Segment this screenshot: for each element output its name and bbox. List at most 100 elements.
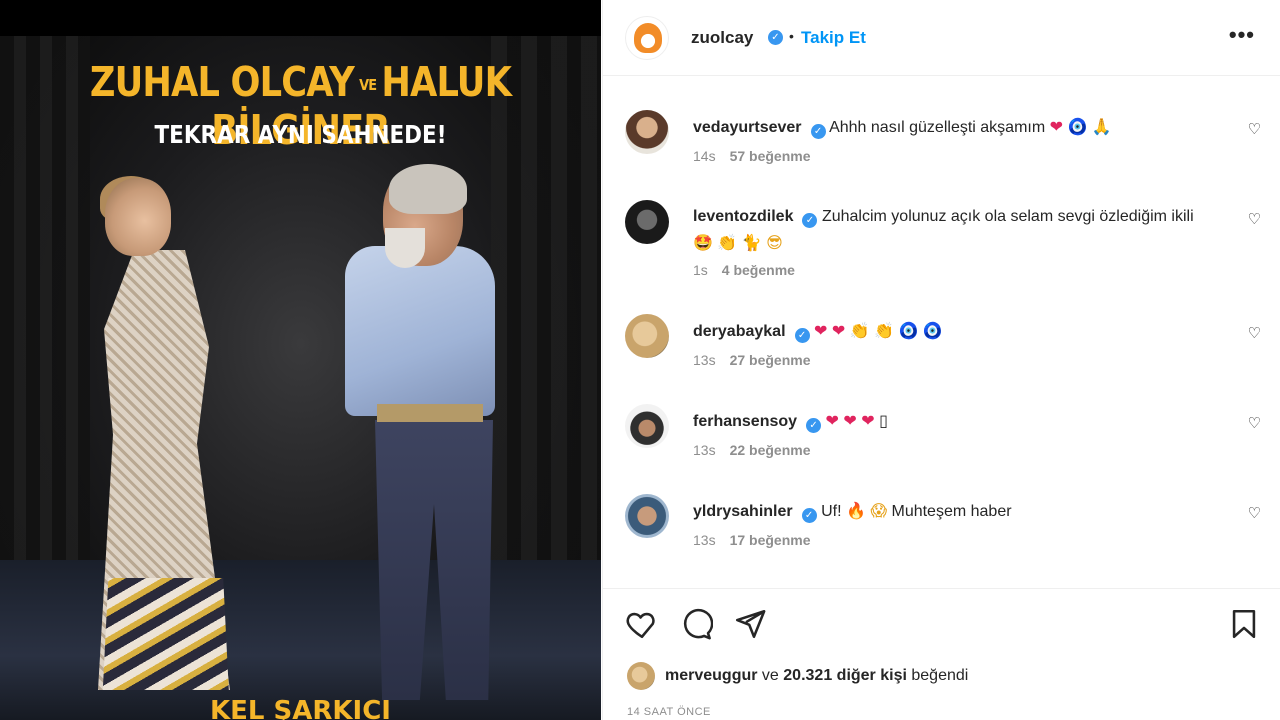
comment-meta: 1s 4 beğenme xyxy=(693,262,795,278)
heart-emoji: ❤ xyxy=(831,321,846,340)
commenter-username[interactable]: yldrysahinler xyxy=(693,503,793,520)
comment-meta: 14s 57 beğenme xyxy=(693,148,811,164)
author-username[interactable]: zuolcay xyxy=(691,28,753,48)
commenter-avatar[interactable] xyxy=(625,314,669,358)
like-heart-icon[interactable] xyxy=(625,607,659,641)
comment-time: 13s xyxy=(693,532,716,548)
verified-badge-icon: ✓ xyxy=(810,124,826,139)
likes-suffix: beğendi xyxy=(911,667,969,684)
separator-dot: • xyxy=(789,28,794,44)
verified-badge-icon: ✓ xyxy=(768,30,783,45)
heart-emoji: ❤ xyxy=(813,321,828,340)
comment-time: 1s xyxy=(693,262,708,278)
comment-likes[interactable]: 17 beğenme xyxy=(730,532,811,548)
missing-glyph-icon: ▯ xyxy=(879,411,888,430)
image-top-bar xyxy=(0,0,601,36)
author-avatar[interactable] xyxy=(625,16,669,60)
poster-ve: VE xyxy=(359,76,377,94)
comment-like-icon[interactable]: ♡ xyxy=(1248,210,1261,228)
comment-like-icon[interactable]: ♡ xyxy=(1248,414,1261,432)
comment-body: vedayurtsever ✓ Ahhh nasıl güzelleşti akş… xyxy=(693,114,1213,141)
comment-likes[interactable]: 27 beğenme xyxy=(730,352,811,368)
actor-pants xyxy=(375,420,493,700)
comment-meta: 13s 17 beğenme xyxy=(693,532,811,548)
comment-item: yldrysahinler ✓ Uf! 🔥 😱 Muhteşem haber 13… xyxy=(603,494,1280,584)
comment-item: deryabaykal ✓ ❤ ❤ 👏 👏 🧿 🧿 13s 27 beğenme ♡ xyxy=(603,314,1280,404)
comment-item: vedayurtsever ✓ Ahhh nasıl güzelleşti akş… xyxy=(603,110,1280,200)
comment-body: yldrysahinler ✓ Uf! 🔥 😱 Muhteşem haber xyxy=(693,498,1213,525)
commenter-avatar[interactable] xyxy=(625,404,669,448)
actor-belt xyxy=(377,404,483,422)
heart-emoji: ❤ xyxy=(843,411,857,430)
comment-body: leventozdilek ✓ Zuhalcim yolunuz açık ola… xyxy=(693,204,1213,257)
comment-like-icon[interactable]: ♡ xyxy=(1248,504,1261,522)
clapping-hands-emoji: 👏 xyxy=(849,321,870,340)
comment-text: Ahhh nasıl güzelleşti akşamım xyxy=(829,119,1046,136)
save-bookmark-icon[interactable] xyxy=(1227,607,1261,641)
evil-eye-emoji: 🧿 xyxy=(1067,117,1088,136)
evil-eye-emoji: 🧿 xyxy=(898,321,919,340)
commenter-username[interactable]: ferhansensoy xyxy=(693,413,797,430)
commenter-avatar[interactable] xyxy=(625,494,669,538)
star-struck-emoji: 🤩 xyxy=(693,233,713,252)
more-options-icon[interactable]: ••• xyxy=(1229,22,1255,48)
clapping-hands-emoji: 👏 xyxy=(874,321,894,340)
comment-like-icon[interactable]: ♡ xyxy=(1248,120,1261,138)
poster-name-1: ZUHAL OLCAY xyxy=(89,58,355,106)
comment-meta: 13s 22 beğenme xyxy=(693,442,811,458)
comment-likes[interactable]: 57 beğenme xyxy=(730,148,811,164)
likes-count[interactable]: 20.321 diğer kişi xyxy=(783,667,907,684)
verified-badge-icon: ✓ xyxy=(802,213,818,228)
comment-text-2: Muhteşem haber xyxy=(891,503,1012,520)
commenter-username[interactable]: leventozdilek xyxy=(693,208,793,225)
verified-badge-icon: ✓ xyxy=(801,508,817,523)
comment-time: 14s xyxy=(693,148,716,164)
likes-text: merveuggur ve 20.321 diğer kişi beğendi xyxy=(665,667,968,685)
post-image[interactable]: ZUHAL OLCAY VE HALUK BİLGİNER TEKRAR AYNI … xyxy=(0,0,601,720)
likes-summary: merveuggur ve 20.321 diğer kişi beğendi xyxy=(603,658,1280,694)
likes-connector: ve xyxy=(761,667,779,684)
poster-subtitle: TEKRAR AYNI SAHNEDE! xyxy=(154,120,447,149)
poster-bottom-text: KEL ŞARKICI xyxy=(210,696,391,720)
comment-likes[interactable]: 4 beğenme xyxy=(722,262,795,278)
post-action-bar xyxy=(603,588,1280,658)
post-side-panel: zuolcay ✓ • Takip Et ••• vedayurtsever ✓ … xyxy=(602,0,1280,720)
verified-badge-icon: ✓ xyxy=(794,328,810,343)
sunglasses-emoji: 😎 xyxy=(766,233,783,252)
comment-likes[interactable]: 22 beğenme xyxy=(730,442,811,458)
heart-emoji: ❤ xyxy=(1049,117,1064,136)
author-logo-icon xyxy=(634,23,662,53)
heart-emoji: ❤ xyxy=(861,411,875,430)
praying-hands-emoji: 🙏 xyxy=(1091,117,1112,136)
actor-shirt xyxy=(345,246,495,416)
comment-time: 13s xyxy=(693,442,716,458)
post-timestamp: 14 SAAT ÖNCE xyxy=(627,706,711,718)
liker-avatar[interactable] xyxy=(627,662,655,690)
comment-meta: 13s 27 beğenme xyxy=(693,352,811,368)
fire-emoji: 🔥 xyxy=(845,501,866,520)
comment-body: ferhansensoy ✓ ❤ ❤ ❤ ▯ xyxy=(693,408,1213,435)
comment-bubble-icon[interactable] xyxy=(679,607,714,641)
comment-like-icon[interactable]: ♡ xyxy=(1248,324,1261,342)
actress-figure xyxy=(92,176,242,698)
comment-body: deryabaykal ✓ ❤ ❤ 👏 👏 🧿 🧿 xyxy=(693,318,1213,345)
actor-hair xyxy=(389,164,467,214)
actress-head xyxy=(105,178,171,256)
evil-eye-emoji: 🧿 xyxy=(922,321,943,340)
commenter-avatar[interactable] xyxy=(625,110,669,154)
commenter-username[interactable]: deryabaykal xyxy=(693,323,786,340)
commenter-username[interactable]: vedayurtsever xyxy=(693,119,802,136)
commenter-avatar[interactable] xyxy=(625,200,669,244)
liker-username[interactable]: merveuggur xyxy=(665,667,757,684)
comment-text: Zuhalcim yolunuz açık ola selam sevgi öz… xyxy=(821,208,1194,225)
comment-time: 13s xyxy=(693,352,716,368)
screaming-face-emoji: 😱 xyxy=(870,501,888,520)
actor-beard xyxy=(385,228,425,268)
heart-emoji: ❤ xyxy=(825,411,839,430)
actor-figure xyxy=(345,164,495,706)
cat-emoji: 🐈 xyxy=(741,233,762,252)
post-header: zuolcay ✓ • Takip Et ••• xyxy=(603,0,1280,76)
follow-button[interactable]: Takip Et xyxy=(801,28,866,48)
comment-item: leventozdilek ✓ Zuhalcim yolunuz açık ola… xyxy=(603,200,1280,290)
share-paper-plane-icon[interactable] xyxy=(733,607,767,641)
